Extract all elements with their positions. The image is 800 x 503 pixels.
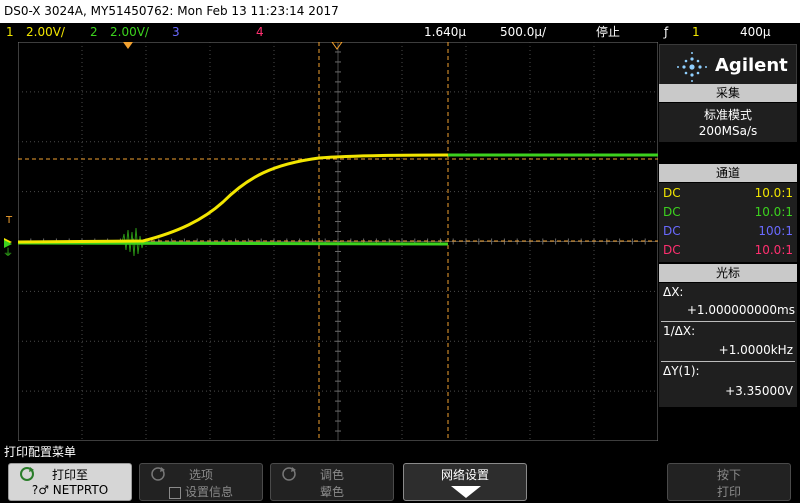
palette-softkey[interactable]: 调色 颦色 <box>270 463 394 501</box>
ch4-probe: 10.0:1 <box>754 243 793 257</box>
ch2-probe: 10.0:1 <box>754 205 793 219</box>
timebase[interactable]: 500.0µ/ <box>500 23 546 41</box>
delta-x-value: +1.000000000ms <box>686 303 795 317</box>
ch2-scale[interactable]: 2.00V/ <box>110 23 149 41</box>
divider <box>661 321 795 322</box>
print-label: 打印 <box>716 485 741 499</box>
ground-markers: T ⏚ <box>0 42 18 441</box>
options-softkey[interactable]: 选项 设置信息 <box>139 463 263 501</box>
ch3-probe: 100:1 <box>758 224 793 238</box>
delta-x-label: ΔX: <box>663 285 684 299</box>
ch1-scale[interactable]: 2.00V/ <box>26 23 65 41</box>
trigger-source[interactable]: 1 <box>692 23 700 41</box>
acquisition-box: 标准模式 200MSa/s <box>659 103 797 142</box>
window-title: DS0-X 3024A, MY51450762: Mon Feb 13 11:2… <box>0 0 800 23</box>
agilent-spark-icon <box>677 52 707 82</box>
cursors-header: 光标 <box>659 264 797 282</box>
divider <box>661 361 795 362</box>
ch4-coupling: DC <box>663 243 681 257</box>
checkbox-icon[interactable] <box>168 486 181 499</box>
options-label: 选项 <box>188 468 213 482</box>
ch2-coupling: DC <box>663 205 681 219</box>
delta-y-label: ΔY(1): <box>663 364 700 378</box>
inv-delta-x-label: 1/ΔX: <box>663 324 696 338</box>
print-to-label: 打印至 <box>51 468 88 482</box>
delta-y-value: +3.35000V <box>725 384 793 398</box>
sample-rate: 200MSa/s <box>698 124 758 138</box>
cursors-box: ΔX: +1.000000000ms 1/ΔX: +1.0000kHz ΔY(1… <box>659 283 797 407</box>
waveform-display[interactable] <box>18 42 658 441</box>
network-setup-label: 网络设置 <box>440 468 489 482</box>
ch2-number[interactable]: 2 <box>90 23 98 41</box>
submenu-arrow-icon <box>451 486 481 498</box>
palette-label: 调色 <box>319 468 344 482</box>
info-panel: Agilent 采集 标准模式 200MSa/s 通道 DC 10.0:1 DC… <box>659 42 800 441</box>
brand-logo: Agilent <box>659 44 797 88</box>
run-state[interactable]: 停止 <box>596 23 620 41</box>
setup-info-option[interactable]: 设置信息 <box>140 483 262 500</box>
print-to-value: ?♂ NETPRTO <box>31 483 109 497</box>
softkey-menu: 打印配置菜单 打印至 ?♂ NETPRTO 选项 设置信息 调色 颦色 网络设置 <box>0 441 800 503</box>
ch1-number[interactable]: 1 <box>6 23 14 41</box>
press-to-print-softkey[interactable]: 按下 打印 <box>667 463 791 501</box>
ch4-number[interactable]: 4 <box>256 23 264 41</box>
palette-value: 颦色 <box>319 485 344 499</box>
print-to-softkey[interactable]: 打印至 ?♂ NETPRTO <box>8 463 132 501</box>
network-setup-softkey[interactable]: 网络设置 <box>403 463 527 501</box>
press-label: 按下 <box>716 468 741 482</box>
time-offset[interactable]: 1.640µ <box>424 23 466 41</box>
acquisition-header: 采集 <box>659 84 797 102</box>
ch1-probe: 10.0:1 <box>754 186 793 200</box>
brand-name: Agilent <box>715 55 788 76</box>
inv-delta-x-value: +1.0000kHz <box>718 343 793 357</box>
trigger-icon: ƒ <box>664 25 669 39</box>
ch1-coupling: DC <box>663 186 681 200</box>
setup-info-label: 设置信息 <box>184 485 233 499</box>
channels-header: 通道 <box>659 164 797 182</box>
ch3-number[interactable]: 3 <box>172 23 180 41</box>
ground-icon: ⏚ <box>3 247 13 259</box>
channels-box: DC 10.0:1 DC 10.0:1 DC 100:1 DC 10.0:1 <box>659 183 797 262</box>
acquisition-mode: 标准模式 <box>703 108 752 122</box>
trigger-level-marker: T <box>5 215 13 226</box>
menu-title: 打印配置菜单 <box>4 445 77 459</box>
ch3-coupling: DC <box>663 224 681 238</box>
channel-status-bar: 1 2.00V/ 2 2.00V/ 3 4 1.640µ 500.0µ/ 停止 … <box>0 23 800 41</box>
trigger-level[interactable]: 400µ <box>740 23 771 41</box>
